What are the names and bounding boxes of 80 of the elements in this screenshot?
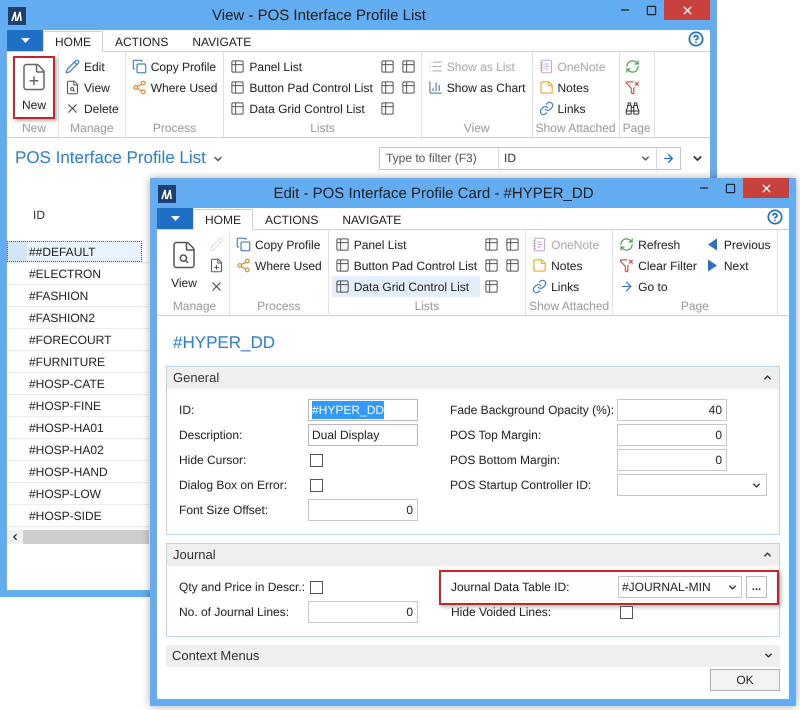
ribbon-button[interactable]: View bbox=[163, 234, 205, 297]
filter-column-select[interactable]: ID bbox=[504, 149, 640, 167]
ribbon-tab[interactable]: ACTIONS bbox=[103, 31, 180, 52]
group-label: Manage bbox=[172, 298, 218, 315]
ribbon-button[interactable]: Clear Filter bbox=[616, 255, 700, 276]
ribbon-button[interactable]: Links bbox=[536, 98, 609, 119]
field-label: Dialog Box on Error: bbox=[179, 477, 288, 494]
ribbon-button[interactable]: Button Pad Control List bbox=[332, 255, 480, 276]
group-label: Process bbox=[152, 120, 198, 137]
number-field[interactable]: 0 bbox=[308, 601, 418, 623]
field-label: POS Startup Controller ID: bbox=[450, 477, 592, 494]
filter-input[interactable]: Type to filter (F3) bbox=[380, 148, 498, 168]
column-header[interactable]: ID bbox=[33, 206, 45, 224]
group-label: Manage bbox=[69, 120, 115, 137]
ribbon-button[interactable]: View bbox=[62, 77, 122, 98]
group-label: Show Attached bbox=[536, 120, 616, 137]
ribbon-button[interactable]: Copy Profile bbox=[128, 56, 220, 77]
number-field[interactable]: 0 bbox=[308, 499, 418, 521]
group-label: Lists bbox=[309, 120, 336, 137]
field-label: POS Bottom Margin: bbox=[450, 452, 562, 469]
field-label: Qty and Price in Descr.: bbox=[179, 579, 306, 596]
dropdown-field[interactable]: #JOURNAL-MIN bbox=[618, 576, 742, 598]
ribbon-button[interactable]: Panel List bbox=[227, 56, 376, 77]
window-title: View - POS Interface Profile List bbox=[211, 6, 427, 26]
field-label: ID: bbox=[179, 402, 196, 419]
ribbon-button[interactable]: Where Used bbox=[128, 77, 220, 98]
group-label: View bbox=[462, 120, 491, 137]
filter-field[interactable]: Type to filter (F3) ID bbox=[379, 146, 681, 170]
text-field[interactable]: Dual Display bbox=[308, 424, 418, 446]
ribbon-button[interactable]: Go to bbox=[616, 276, 700, 297]
ribbon-button[interactable]: Delete bbox=[62, 98, 122, 119]
ribbon-tab[interactable]: NAVIGATE bbox=[180, 31, 264, 52]
ribbon-button[interactable]: Previous bbox=[702, 234, 774, 255]
group-label: Show Attached bbox=[529, 298, 610, 315]
table-cell[interactable]: ##DEFAULT bbox=[7, 241, 142, 262]
number-field[interactable]: 0 bbox=[617, 424, 727, 446]
section-header[interactable]: Context Menus bbox=[166, 644, 780, 666]
ribbon-button[interactable]: Notes bbox=[536, 77, 609, 98]
ribbon-button[interactable]: Where Used bbox=[233, 255, 325, 276]
field-label: Hide Cursor: bbox=[179, 452, 248, 469]
field-label: Journal Data Table ID: bbox=[451, 579, 571, 596]
section-header[interactable]: General bbox=[167, 366, 779, 388]
page-title: POS Interface Profile List bbox=[15, 147, 206, 170]
ribbon-button[interactable]: Edit bbox=[62, 56, 122, 77]
field-label: No. of Journal Lines: bbox=[179, 604, 290, 621]
field-label: Fade Background Opacity (%): bbox=[450, 402, 616, 419]
ribbon-button[interactable]: Data Grid Control List bbox=[332, 276, 480, 297]
field-label: Font Size Offset: bbox=[179, 502, 270, 519]
ribbon-button[interactable]: Button Pad Control List bbox=[227, 77, 376, 98]
page-title: #HYPER_DD bbox=[172, 332, 276, 354]
group-label: New bbox=[20, 120, 47, 137]
ribbon-button[interactable]: Panel List bbox=[332, 234, 480, 255]
ribbon-button[interactable]: Copy Profile bbox=[233, 234, 325, 255]
field-label: Description: bbox=[179, 427, 244, 444]
group-label: Lists bbox=[414, 298, 440, 315]
field-value: #HYPER_DD bbox=[312, 401, 384, 419]
section-header[interactable]: Journal bbox=[167, 544, 779, 566]
field-label: Hide Voided Lines: bbox=[451, 604, 552, 621]
ribbon-button[interactable]: New bbox=[13, 56, 55, 119]
window-title: Edit - POS Interface Profile Card - #HYPER_DD bbox=[272, 184, 595, 204]
number-field[interactable]: 0 bbox=[617, 449, 727, 471]
ribbon-button[interactable]: Data Grid Control List bbox=[227, 98, 376, 119]
ribbon-button[interactable]: Next bbox=[702, 255, 774, 276]
ribbon-button[interactable]: Notes bbox=[529, 255, 602, 276]
ribbon-button[interactable]: Refresh bbox=[616, 234, 700, 255]
group-label: Page bbox=[680, 298, 710, 315]
group-label: Process bbox=[256, 298, 302, 315]
ribbon-button[interactable]: Links bbox=[529, 276, 602, 297]
field-value: #JOURNAL-MIN bbox=[622, 579, 712, 596]
ribbon-tab[interactable]: ACTIONS bbox=[253, 209, 330, 230]
field-label: POS Top Margin: bbox=[450, 427, 542, 444]
ok-button[interactable]: OK bbox=[710, 669, 780, 691]
field-value: Dual Display bbox=[312, 427, 380, 444]
ribbon-tab[interactable]: HOME bbox=[193, 209, 253, 230]
ribbon-button[interactable]: Show as Chart bbox=[424, 77, 528, 98]
ribbon-tab[interactable]: NAVIGATE bbox=[330, 209, 414, 230]
number-field[interactable]: 40 bbox=[617, 399, 727, 421]
group-label: Page bbox=[622, 120, 651, 137]
lookup-button[interactable]: ... bbox=[746, 576, 767, 598]
ribbon-tab[interactable]: HOME bbox=[43, 31, 103, 52]
